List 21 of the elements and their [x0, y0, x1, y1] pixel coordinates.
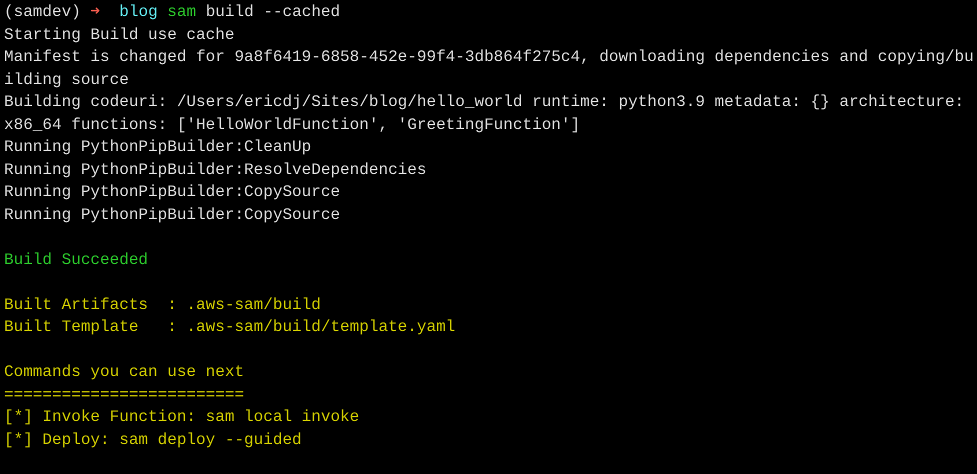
output-line: [*] Deploy: sam deploy --guided	[4, 430, 302, 450]
output-line: Running PythonPipBuilder:CopySource	[4, 182, 340, 203]
prompt-arrow: ➜	[90, 2, 100, 23]
output-line: Running PythonPipBuilder:CopySource	[4, 204, 340, 226]
output-line: Starting Build use cache	[4, 24, 234, 46]
command-name: sam	[167, 2, 196, 23]
output-line: Running PythonPipBuilder:CleanUp	[4, 137, 312, 158]
output-line: =========================	[4, 384, 244, 406]
output-line: Building codeuri: /Users/ericdj/Sites/blog/hello_world runtime: python3.9 metadata: {} architecture:	[4, 92, 964, 113]
output-line: Manifest is changed for 9a8f6419-6858-452e-99f4-3db864f275c4, downloading dependencies and copying/bu	[4, 47, 974, 68]
output-line: Built Artifacts : .aws-sam/build	[4, 294, 321, 316]
prompt-directory: blog	[119, 2, 158, 23]
output-line: Running PythonPipBuilder:ResolveDependencies	[4, 160, 426, 180]
output-line: Build Succeeded	[4, 250, 148, 270]
output-line: [*] Invoke Function: sam local invoke	[4, 407, 360, 428]
prompt-env: (samdev)	[4, 2, 81, 23]
output-line: x86_64 functions: ['HelloWorldFunction', 'GreetingFunction']	[4, 114, 580, 136]
command-arguments: build --cached	[206, 2, 340, 23]
output-line: ilding source	[4, 70, 129, 90]
output-line: Built Template : .aws-sam/build/template.yaml	[4, 317, 456, 338]
output-line: Commands you can use next	[4, 362, 244, 383]
